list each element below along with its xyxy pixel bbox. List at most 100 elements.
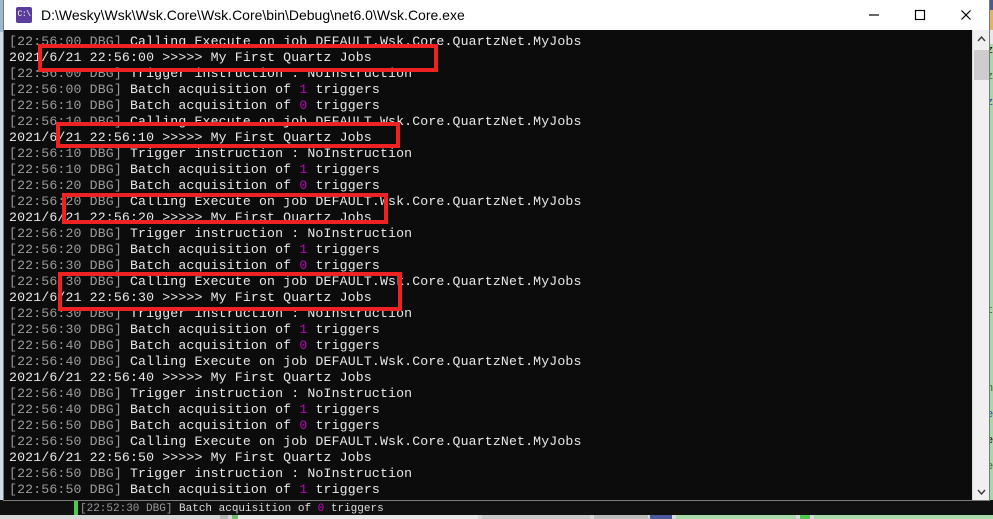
chevron-down-icon [976, 489, 986, 495]
console-job-text: 2021/6/21 22:56:00 >>>>> My First Quartz… [9, 50, 372, 65]
console-line: [22:56:10 DBG] Batch acquisition of 0 tr… [9, 98, 972, 114]
minimize-icon [869, 14, 879, 16]
background-window-left-titlebar-edge [0, 0, 3, 32]
console-output[interactable]: [22:56:00 DBG] Calling Execute on job DE… [4, 30, 972, 500]
console-message: Batch acquisition of [121, 338, 300, 353]
close-button[interactable] [943, 0, 989, 30]
maximize-button[interactable] [897, 0, 943, 30]
scrollbar-thumb[interactable] [974, 50, 989, 80]
console-line: [22:56:10 DBG] Calling Execute on job DE… [9, 114, 972, 130]
console-message: triggers [307, 258, 380, 273]
console-message: triggers [307, 418, 380, 433]
console-message: Batch acquisition of [121, 402, 300, 417]
console-timestamp: [22:56:20 DBG] [9, 194, 122, 209]
taskbar-item[interactable] [482, 515, 590, 519]
taskbar-item-active[interactable] [650, 515, 672, 519]
console-line: [22:56:40 DBG] Batch acquisition of 1 tr… [9, 402, 972, 418]
taskbar-item[interactable] [800, 515, 810, 519]
console-line: [22:56:20 DBG] Trigger instruction : NoI… [9, 226, 972, 242]
console-line: 2021/6/21 22:56:50 >>>>> My First Quartz… [9, 450, 972, 466]
console-message: Calling Execute on job DEFAULT.Wsk.Core.… [121, 114, 582, 129]
scrollbar-down-button[interactable] [973, 483, 989, 500]
console-line: [22:56:30 DBG] Trigger instruction : NoI… [9, 306, 972, 322]
console-line: [22:56:00 DBG] Calling Execute on job DE… [9, 34, 972, 50]
background-console-timestamp: [22:52:30 DBG] [80, 503, 173, 515]
console-message: triggers [307, 82, 380, 97]
console-line: [22:56:50 DBG] Batch acquisition of 1 tr… [9, 482, 972, 498]
console-timestamp: [22:56:40 DBG] [9, 386, 122, 401]
taskbar-item[interactable] [220, 515, 228, 519]
chevron-up-icon [976, 35, 986, 41]
console-job-text: 2021/6/21 22:56:10 >>>>> My First Quartz… [9, 130, 372, 145]
console-line: 2021/6/21 22:56:40 >>>>> My First Quartz… [9, 370, 972, 386]
console-message: triggers [307, 98, 380, 113]
console-line: [22:56:10 DBG] Trigger instruction : NoI… [9, 146, 972, 162]
console-line: [22:56:40 DBG] Calling Execute on job DE… [9, 354, 972, 370]
console-timestamp: [22:56:30 DBG] [9, 258, 122, 273]
console-line: [22:56:20 DBG] Calling Execute on job DE… [9, 194, 972, 210]
taskbar-item[interactable] [238, 515, 478, 519]
close-icon [961, 10, 971, 20]
console-line: [22:56:20 DBG] Batch acquisition of 0 tr… [9, 178, 972, 194]
console-timestamp: [22:56:00 DBG] [9, 34, 122, 49]
console-message: Trigger instruction : NoInstruction [121, 226, 413, 241]
console-line: [22:56:40 DBG] Trigger instruction : NoI… [9, 386, 972, 402]
background-console-post: triggers [324, 503, 384, 515]
console-message: Batch acquisition of [121, 178, 300, 193]
console-timestamp: [22:56:40 DBG] [9, 338, 122, 353]
console-timestamp: [22:56:10 DBG] [9, 114, 122, 129]
console-message: Trigger instruction : NoInstruction [121, 386, 413, 401]
console-timestamp: [22:56:30 DBG] [9, 274, 122, 289]
console-titlebar[interactable]: C:\ D:\Wesky\Wsk\Wsk.Core\Wsk.Core\bin\D… [4, 0, 989, 31]
console-message: Calling Execute on job DEFAULT.Wsk.Core.… [121, 194, 582, 209]
console-timestamp: [22:56:50 DBG] [9, 418, 122, 433]
console-message: Calling Execute on job DEFAULT.Wsk.Core.… [121, 34, 582, 49]
console-job-text: 2021/6/21 22:56:50 >>>>> My First Quartz… [9, 450, 372, 465]
console-message: Trigger instruction : NoInstruction [121, 146, 413, 161]
console-timestamp: [22:56:10 DBG] [9, 162, 122, 177]
maximize-icon [914, 9, 926, 21]
console-line: [22:56:50 DBG] Trigger instruction : NoI… [9, 466, 972, 482]
console-timestamp: [22:56:20 DBG] [9, 178, 122, 193]
console-window[interactable]: C:\ D:\Wesky\Wsk\Wsk.Core\Wsk.Core\bin\D… [4, 0, 989, 500]
taskbar[interactable] [0, 515, 993, 519]
console-timestamp: [22:56:50 DBG] [9, 434, 122, 449]
console-line: [22:56:50 DBG] Calling Execute on job DE… [9, 434, 972, 450]
console-timestamp: [22:56:00 DBG] [9, 66, 122, 81]
console-message: Calling Execute on job DEFAULT.Wsk.Core.… [121, 434, 582, 449]
console-scrollbar[interactable] [972, 30, 989, 500]
console-line: [22:56:40 DBG] Batch acquisition of 0 tr… [9, 338, 972, 354]
console-message: triggers [307, 178, 380, 193]
taskbar-item[interactable] [814, 515, 993, 519]
console-timestamp: [22:56:20 DBG] [9, 226, 122, 241]
console-line: [22:56:00 DBG] Batch acquisition of 1 tr… [9, 82, 972, 98]
console-message: triggers [307, 242, 380, 257]
minimize-button[interactable] [851, 0, 897, 30]
console-app-icon: C:\ [16, 7, 32, 23]
console-line: [22:56:30 DBG] Calling Execute on job DE… [9, 274, 972, 290]
console-message: Batch acquisition of [121, 258, 300, 273]
taskbar-item[interactable] [594, 515, 648, 519]
console-timestamp: [22:56:00 DBG] [9, 82, 122, 97]
console-message: Trigger instruction : NoInstruction [121, 306, 413, 321]
scrollbar-up-button[interactable] [973, 30, 989, 47]
taskbar-item[interactable] [676, 515, 796, 519]
console-message: Batch acquisition of [121, 162, 300, 177]
console-line: 2021/6/21 22:56:30 >>>>> My First Quartz… [9, 290, 972, 306]
console-timestamp: [22:56:30 DBG] [9, 306, 122, 321]
console-message: Batch acquisition of [121, 482, 300, 497]
console-line: [22:56:50 DBG] Batch acquisition of 0 tr… [9, 418, 972, 434]
console-message: Batch acquisition of [121, 82, 300, 97]
console-timestamp: [22:56:40 DBG] [9, 402, 122, 417]
console-line: [22:56:10 DBG] Batch acquisition of 1 tr… [9, 162, 972, 178]
console-message: triggers [307, 338, 380, 353]
console-timestamp: [22:56:10 DBG] [9, 146, 122, 161]
console-line: 2021/6/21 22:56:20 >>>>> My First Quartz… [9, 210, 972, 226]
console-app-icon-label: C:\ [17, 10, 31, 19]
console-message: Trigger instruction : NoInstruction [121, 66, 413, 81]
console-message: Batch acquisition of [121, 242, 300, 257]
console-timestamp: [22:56:10 DBG] [9, 98, 122, 113]
console-job-text: 2021/6/21 22:56:40 >>>>> My First Quartz… [9, 370, 372, 385]
console-line: 2021/6/21 22:56:10 >>>>> My First Quartz… [9, 130, 972, 146]
console-line: [22:56:30 DBG] Batch acquisition of 0 tr… [9, 258, 972, 274]
